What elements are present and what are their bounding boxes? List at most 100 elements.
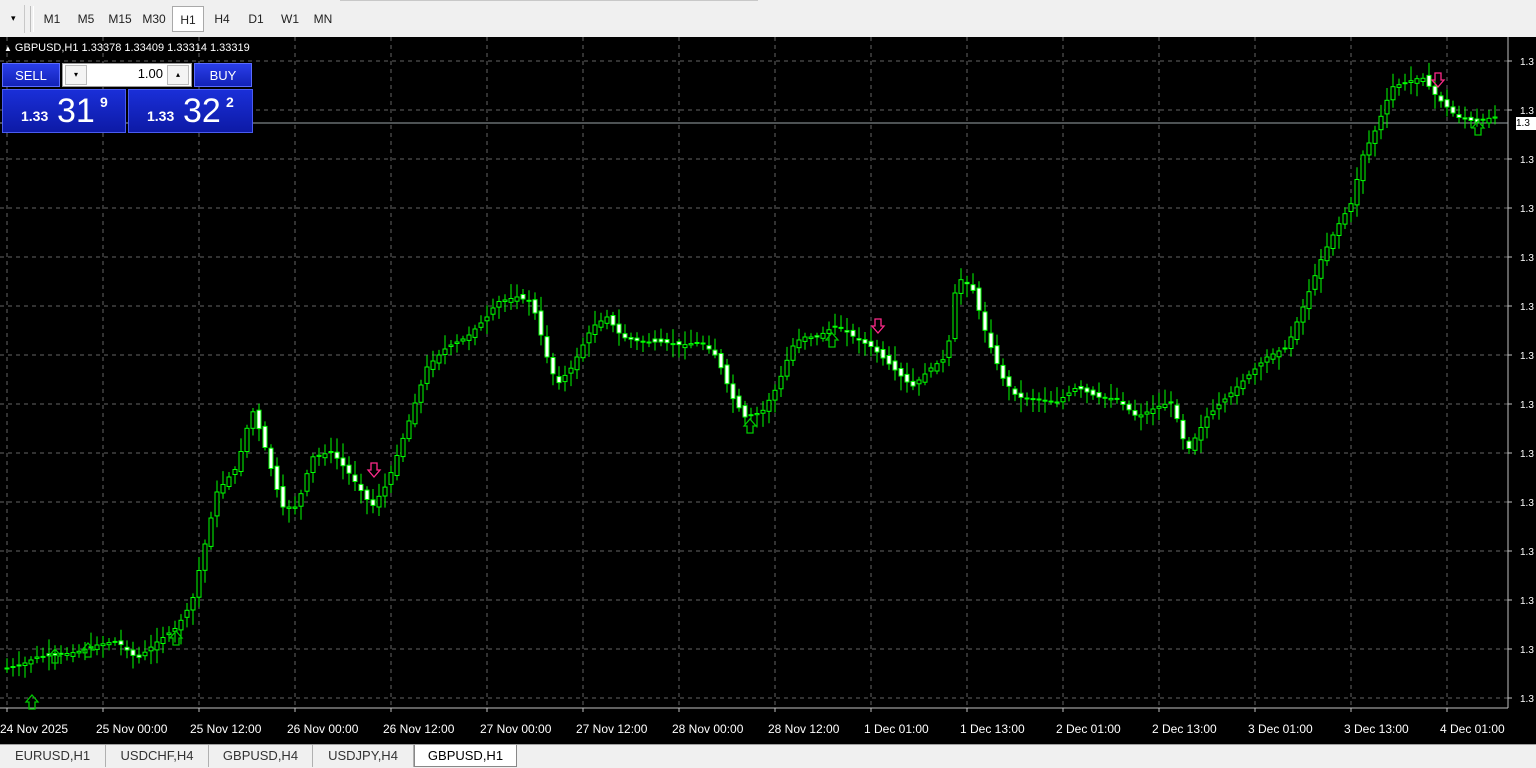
ask-price-pips: 32: [183, 92, 221, 130]
candle-body: [562, 374, 568, 383]
candle-body: [1090, 389, 1096, 396]
timeframe-mn-button[interactable]: MN: [306, 6, 340, 32]
candle-body: [772, 389, 778, 401]
candle-body: [688, 343, 694, 346]
time-axis-label: 3 Dec 13:00: [1344, 722, 1409, 736]
tab-gbpusd-h4[interactable]: GBPUSD,H4: [209, 745, 313, 767]
candle-body: [880, 349, 886, 359]
buy-price-button[interactable]: 1.33 32 2: [128, 89, 253, 133]
candle-body: [886, 355, 892, 365]
timeframe-h4-button[interactable]: H4: [206, 6, 238, 32]
candle-body: [1042, 399, 1048, 402]
candle-body: [214, 491, 220, 517]
candle-body: [238, 451, 244, 472]
candle-body: [358, 483, 364, 491]
toolbar-top-border: [340, 0, 758, 1]
candle-body: [1210, 410, 1216, 416]
price-axis-label: 1.3: [1520, 400, 1534, 411]
lot-size-stepper[interactable]: ▾ 1.00 ▴: [62, 63, 192, 87]
candle-body: [1072, 388, 1078, 392]
candle-body: [814, 335, 820, 338]
candle-body: [604, 316, 610, 324]
buy-arrow-icon: [24, 694, 40, 710]
bid-price-prefix: 1.33: [21, 108, 49, 124]
sell-button[interactable]: SELL: [2, 63, 60, 87]
candle-body: [748, 414, 754, 417]
candle-body: [472, 328, 478, 338]
chart-tabs-bar: EURUSD,H1 USDCHF,H4 GBPUSD,H4 USDJPY,H4 …: [0, 744, 1536, 768]
candle-body: [868, 340, 874, 347]
candle-body: [1324, 246, 1330, 262]
timeframe-m1-button[interactable]: M1: [36, 6, 68, 32]
timeframe-h1-button[interactable]: H1: [172, 6, 204, 32]
time-axis-label: 25 Nov 00:00: [96, 722, 168, 736]
tab-gbpusd-h1[interactable]: GBPUSD,H1: [414, 745, 517, 767]
candle-body: [1432, 85, 1438, 95]
candle-body: [832, 325, 838, 328]
candle-body: [1198, 427, 1204, 441]
timeframe-m5-button[interactable]: M5: [70, 6, 102, 32]
candle-body: [964, 281, 970, 285]
candle-body: [208, 517, 214, 547]
candle-body: [202, 543, 208, 571]
candle-body: [1084, 387, 1090, 393]
candle-body: [640, 340, 646, 343]
candle-body: [766, 399, 772, 412]
sell-price-button[interactable]: 1.33 31 9: [2, 89, 126, 133]
candle-body: [166, 632, 172, 636]
candle-body: [1450, 106, 1456, 114]
toolbar-dropdown-button[interactable]: ▾: [0, 5, 25, 33]
tab-usdchf-h4[interactable]: USDCHF,H4: [106, 745, 209, 767]
candle-body: [844, 330, 850, 333]
chevron-down-icon: ▾: [11, 13, 16, 23]
candle-body: [292, 506, 298, 509]
candle-body: [1396, 84, 1402, 88]
candle-body: [1162, 403, 1168, 408]
candle-body: [628, 337, 634, 340]
candle-body: [310, 456, 316, 473]
timeframe-w1-button[interactable]: W1: [274, 6, 306, 32]
candle-body: [406, 420, 412, 440]
candle-body: [1438, 95, 1444, 102]
lot-decrease-icon[interactable]: ▾: [65, 65, 87, 85]
candle-body: [982, 311, 988, 331]
price-axis-label: 1.3: [1520, 498, 1534, 509]
time-axis-label: 27 Nov 00:00: [480, 722, 552, 736]
timeframe-m30-button[interactable]: M30: [138, 6, 170, 32]
ask-price-fraction: 2: [226, 94, 234, 110]
timeframe-m15-button[interactable]: M15: [104, 6, 136, 32]
candle-body: [442, 348, 448, 355]
buy-button[interactable]: BUY: [194, 63, 252, 87]
candle-body: [550, 357, 556, 375]
candle-body: [28, 659, 34, 665]
time-axis-label: 27 Nov 12:00: [576, 722, 648, 736]
candle-body: [1066, 392, 1072, 396]
candle-body: [184, 609, 190, 618]
candle-body: [10, 666, 16, 668]
candle-body: [136, 654, 142, 658]
price-axis-label: 1.3: [1520, 547, 1534, 558]
lot-size-input[interactable]: 1.00: [91, 66, 163, 81]
tab-eurusd-h1[interactable]: EURUSD,H1: [0, 745, 106, 767]
time-axis-label: 3 Dec 01:00: [1248, 722, 1313, 736]
candle-body: [646, 341, 652, 344]
candle-body: [262, 425, 268, 448]
candle-body: [1078, 386, 1084, 390]
timeframe-d1-button[interactable]: D1: [240, 6, 272, 32]
candle-body: [124, 646, 130, 651]
tab-usdjpy-h4[interactable]: USDJPY,H4: [313, 745, 414, 767]
candle-body: [190, 597, 196, 611]
candle-body: [1054, 401, 1060, 404]
lot-increase-icon[interactable]: ▴: [167, 65, 189, 85]
candle-body: [1318, 259, 1324, 279]
candle-body: [1180, 419, 1186, 440]
candle-body: [1372, 130, 1378, 144]
candle-body: [394, 455, 400, 476]
candle-body: [724, 364, 730, 385]
collapse-triangle-icon[interactable]: ▲: [4, 44, 12, 53]
candle-body: [1096, 392, 1102, 398]
candle-body: [1282, 347, 1288, 350]
candle-body: [1156, 405, 1162, 409]
candle-body: [106, 642, 112, 646]
price-chart[interactable]: 1.3 1.3 1.3 1.3 1.3 1.3 1.3 1.3 1.3 1.3 1.3 1.3 1.3 1…: [0, 37, 1536, 744]
